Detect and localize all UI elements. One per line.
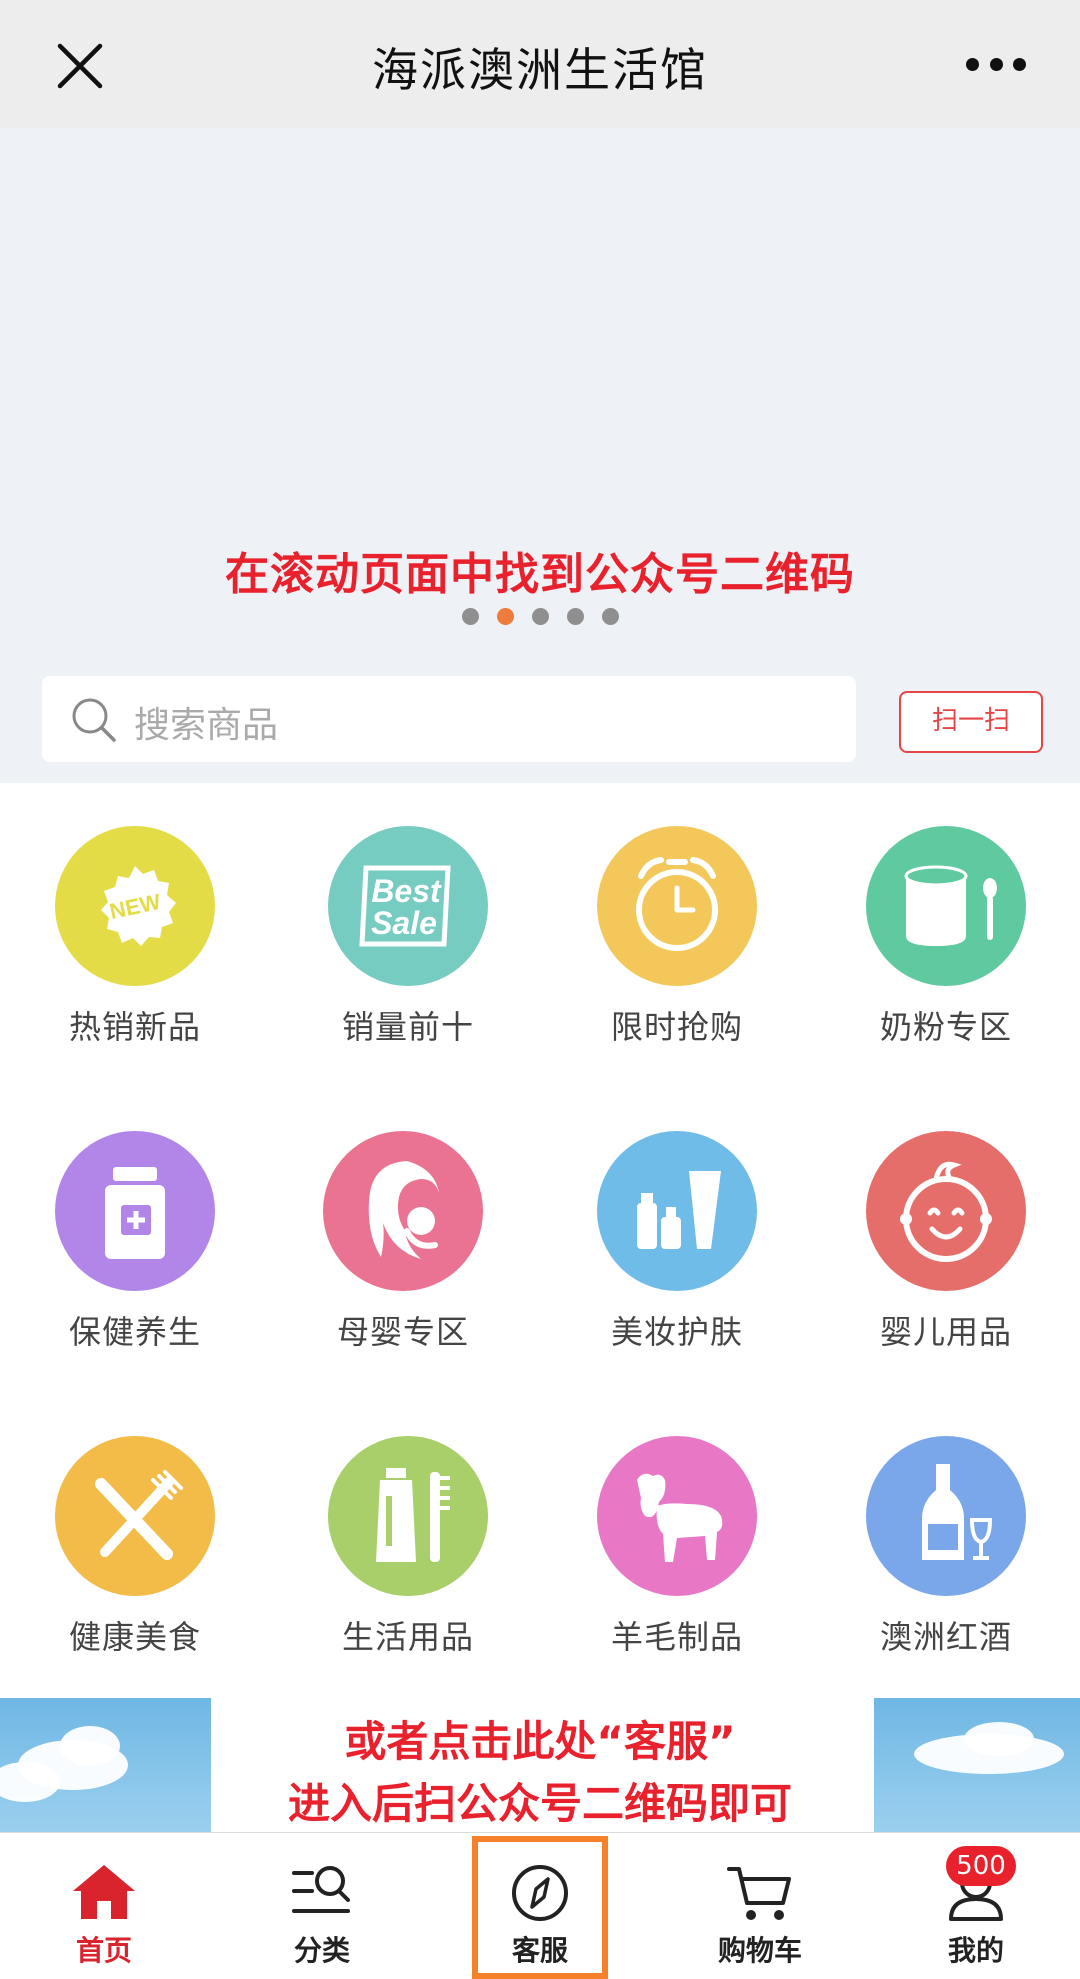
carousel-dot[interactable] xyxy=(601,608,619,625)
carousel-dot-active[interactable] xyxy=(496,608,514,625)
banner-note: 在滚动页面中找到公众号二维码 xyxy=(225,549,855,600)
category-label: 羊毛制品 xyxy=(610,1618,743,1656)
category-label: 生活用品 xyxy=(341,1618,474,1656)
category-wool[interactable]: 羊毛制品 xyxy=(577,1436,777,1658)
category-top-ten[interactable]: Best Sale 销量前十 xyxy=(308,826,508,1048)
search-icon xyxy=(72,698,116,742)
carousel-dots xyxy=(0,608,1080,625)
best-sale-icon: Best Sale xyxy=(359,865,451,947)
page-title: 海派澳洲生活馆 xyxy=(372,43,708,97)
category-label: 健康美食 xyxy=(68,1618,201,1656)
category-daily-goods[interactable]: 生活用品 xyxy=(308,1436,508,1658)
hint-line-2: 进入后扫公众号二维码即可 xyxy=(287,1779,792,1828)
baby-face-icon xyxy=(900,1161,992,1262)
tab-label: 分类 xyxy=(293,1934,350,1967)
category-label: 热销新品 xyxy=(68,1008,201,1046)
category-beauty[interactable]: 美妆护肤 xyxy=(577,1131,777,1353)
category-label: 销量前十 xyxy=(341,1008,474,1046)
cart-icon xyxy=(727,1867,791,1920)
svg-text:Sale: Sale xyxy=(371,905,437,941)
category-health[interactable]: 保健养生 xyxy=(35,1131,235,1353)
home-icon xyxy=(73,1865,135,1919)
mother-baby-icon xyxy=(368,1161,439,1259)
search-input[interactable]: 搜索商品 xyxy=(42,676,856,762)
knife-fork-icon xyxy=(95,1470,183,1560)
hint-line-1: 或者点击此处“客服” xyxy=(344,1717,736,1766)
category-food[interactable]: 健康美食 xyxy=(35,1436,235,1658)
category-milk-powder[interactable]: 奶粉专区 xyxy=(846,826,1046,1048)
sheep-icon xyxy=(637,1473,723,1562)
tab-home[interactable]: 首页 xyxy=(24,1833,184,1979)
carousel-dot[interactable] xyxy=(461,608,479,625)
tab-label: 首页 xyxy=(75,1934,132,1967)
new-badge-icon: NEW xyxy=(101,866,176,946)
category-mother-baby[interactable]: 母婴专区 xyxy=(303,1131,503,1353)
category-search-icon xyxy=(292,1866,350,1913)
medicine-bottle-icon xyxy=(105,1167,165,1259)
category-label: 母婴专区 xyxy=(336,1313,469,1351)
category-label: 婴儿用品 xyxy=(879,1313,1012,1351)
tab-label: 我的 xyxy=(947,1934,1004,1967)
tab-label: 购物车 xyxy=(717,1934,802,1967)
category-grid: NEW 热销新品 Best Sale 销量前十 限时抢购 奶粉专区 保健养生 母… xyxy=(0,783,1080,1698)
category-wine[interactable]: 澳洲红酒 xyxy=(846,1436,1046,1658)
category-flash-sale[interactable]: 限时抢购 xyxy=(577,826,777,1048)
scan-button[interactable]: 扫一扫 xyxy=(899,691,1043,753)
cosmetics-icon xyxy=(637,1171,721,1249)
search-placeholder: 搜索商品 xyxy=(134,705,279,746)
category-baby-goods[interactable]: 婴儿用品 xyxy=(846,1131,1046,1353)
wine-bottle-icon xyxy=(922,1464,993,1560)
toothbrush-icon xyxy=(376,1468,450,1562)
category-label: 澳洲红酒 xyxy=(879,1618,1012,1656)
carousel-dot[interactable] xyxy=(531,608,549,625)
customer-service-hint-banner: 或者点击此处“客服” 进入后扫公众号二维码即可 xyxy=(0,1698,1080,1832)
customer-service-highlight-box xyxy=(472,1836,608,1979)
category-label: 保健养生 xyxy=(68,1313,201,1351)
tab-category[interactable]: 分类 xyxy=(242,1833,402,1979)
carousel-dot[interactable] xyxy=(566,608,584,625)
category-label: 限时抢购 xyxy=(610,1008,743,1046)
alarm-clock-icon xyxy=(636,857,718,951)
points-badge: 500 xyxy=(946,1846,1016,1886)
svg-text:Best: Best xyxy=(371,873,442,909)
category-label: 奶粉专区 xyxy=(879,1008,1012,1046)
milk-can-icon xyxy=(904,865,997,946)
title-bar: 海派澳洲生活馆 xyxy=(0,0,1080,128)
more-icon[interactable] xyxy=(966,56,1026,72)
category-label: 美妆护肤 xyxy=(610,1313,743,1351)
category-hot-new[interactable]: NEW 热销新品 xyxy=(35,826,235,1048)
tab-cart[interactable]: 购物车 xyxy=(680,1833,840,1979)
